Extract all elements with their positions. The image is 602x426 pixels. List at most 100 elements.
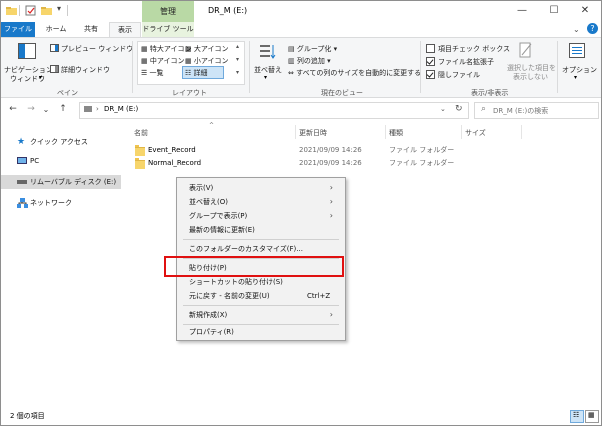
column-size[interactable]: サイズ (465, 128, 486, 138)
menu-item-undo-rename[interactable]: 元に戻す - 名前の変更(U) Ctrl+Z (177, 289, 345, 303)
hidden-items-checkbox[interactable] (426, 70, 435, 79)
nav-item-network[interactable]: ネットワーク (1, 196, 121, 210)
nav-item-label: クイック アクセス (30, 138, 88, 146)
help-icon[interactable]: ? (587, 23, 598, 34)
hidden-items-label[interactable]: 隠しファイル (438, 70, 480, 80)
details-pane-button[interactable]: 詳細ウィンドウ (61, 65, 110, 75)
hide-selected-icon (519, 42, 532, 58)
menu-item-label: 並べ替え(O) (189, 198, 228, 206)
search-box[interactable]: ⌕ DR_M (E:)の検索 (474, 102, 599, 119)
recent-locations-button[interactable]: ⌄ (41, 102, 51, 117)
file-extensions-checkbox[interactable] (426, 57, 435, 66)
navigation-pane-dropdown-icon[interactable]: ▾ (39, 74, 42, 81)
search-icon: ⌕ (481, 104, 487, 114)
address-bar[interactable]: › DR_M (E:) ⌄ ↻ (79, 102, 469, 119)
sort-by-button[interactable]: 並べ替え (254, 65, 282, 75)
network-icon (17, 198, 28, 208)
breadcrumb-path[interactable]: DR_M (E:) (104, 105, 138, 113)
paste-highlight-box (164, 256, 344, 277)
nav-item-label: ネットワーク (30, 199, 72, 207)
item-checkboxes-checkbox[interactable] (426, 44, 435, 53)
address-dropdown-icon[interactable]: ⌄ (440, 105, 446, 113)
details-view-toggle[interactable]: ☷ (570, 410, 584, 423)
file-modified: 2021/09/09 14:26 (299, 146, 362, 154)
submenu-arrow-icon: › (329, 310, 333, 319)
layout-list-label: 一覧 (149, 69, 164, 77)
tab-file[interactable]: ファイル (1, 22, 35, 37)
folder-icon (135, 158, 145, 169)
layout-large-label: 大アイコン (193, 45, 229, 53)
gallery-scroll-up-icon[interactable]: ▴ (236, 43, 239, 50)
current-view-group-label: 現在のビュー (321, 89, 363, 97)
layout-list[interactable]: ☰ 一覧 (141, 68, 164, 78)
menu-item-paste-shortcut[interactable]: ショートカットの貼り付け(S) (177, 275, 345, 289)
back-button[interactable]: ← (7, 102, 19, 117)
maximize-button[interactable]: ☐ (539, 3, 569, 19)
size-all-columns-label: すべての列のサイズを自動的に変更する (296, 69, 422, 77)
sort-by-dropdown-icon[interactable]: ▾ (264, 74, 267, 81)
menu-item-sort-by[interactable]: 並べ替え(O) › (177, 195, 345, 209)
gallery-expand-icon[interactable]: ▾ (236, 69, 239, 76)
layout-medium-icons[interactable]: ▦ 中アイコン (141, 56, 185, 66)
column-name[interactable]: 名前 (134, 128, 148, 138)
item-checkboxes-label[interactable]: 項目チェック ボックス (438, 44, 510, 54)
preview-pane-button[interactable]: プレビュー ウィンドウ (61, 44, 133, 54)
large-icons-view-toggle[interactable]: ▦ (585, 410, 599, 423)
options-button[interactable]: オプション (562, 65, 597, 75)
breadcrumb-chevron-icon[interactable]: › (96, 105, 99, 113)
layout-group-label: レイアウト (172, 89, 207, 97)
menu-item-view[interactable]: 表示(V) › (177, 181, 345, 195)
layout-small-icons[interactable]: ▦ 小アイコン (185, 56, 229, 66)
layout-medium-label: 中アイコン (149, 57, 185, 65)
column-type[interactable]: 種類 (389, 128, 403, 138)
status-bar: 2 個の項目 (1, 406, 601, 425)
ribbon-expand-icon[interactable]: ⌄ (573, 25, 580, 34)
add-columns-button[interactable]: ▥ 列の追加 ▾ (288, 56, 331, 66)
layout-extra-large-icons[interactable]: ▦ 特大アイコン (141, 44, 192, 54)
nav-item-label: PC (30, 157, 40, 165)
file-row[interactable]: Normal_Record 2021/09/09 14:26 ファイル フォルダ… (130, 157, 590, 170)
options-dropdown-icon[interactable]: ▾ (574, 74, 577, 81)
preview-pane-icon (50, 44, 59, 52)
refresh-icon[interactable]: ↻ (455, 104, 463, 114)
forward-button[interactable]: → (25, 102, 37, 117)
tab-drive-tools[interactable]: ドライブ ツール (142, 22, 194, 37)
group-by-button[interactable]: ▤ グループ化 ▾ (288, 44, 337, 54)
gallery-scroll-down-icon[interactable]: ▾ (236, 56, 239, 63)
new-folder-icon[interactable] (41, 5, 52, 16)
properties-icon[interactable] (25, 5, 36, 16)
menu-item-customize-folder[interactable]: このフォルダーのカスタマイズ(F)... (177, 242, 345, 256)
layout-large-icons[interactable]: ▦ 大アイコン (185, 44, 229, 54)
title-bar: ▾ 管理 DR_M (E:) — ☐ ✕ (1, 1, 601, 22)
layout-small-label: 小アイコン (193, 57, 229, 65)
tab-share[interactable]: 共有 (77, 22, 105, 37)
submenu-arrow-icon: › (329, 183, 333, 192)
menu-item-properties[interactable]: プロパティ(R) (177, 325, 345, 339)
column-modified[interactable]: 更新日時 (299, 128, 327, 138)
menu-item-group-by[interactable]: グループで表示(P) › (177, 209, 345, 223)
menu-item-refresh[interactable]: 最新の情報に更新(E) (177, 223, 345, 237)
minimize-button[interactable]: — (507, 3, 537, 19)
menu-item-new[interactable]: 新規作成(X) › (177, 308, 345, 322)
menu-item-label: 最新の情報に更新(E) (189, 226, 255, 234)
tab-home[interactable]: ホーム (39, 22, 73, 37)
nav-item-removable-disk[interactable]: リムーバブル ディスク (E:) (1, 175, 121, 189)
layout-details[interactable]: ☷ 詳細 (185, 68, 208, 78)
file-type: ファイル フォルダー (389, 146, 455, 154)
size-all-columns-button[interactable]: ⇔ すべての列のサイズを自動的に変更する (288, 68, 421, 78)
quick-access-dropdown-icon[interactable]: ▾ (57, 4, 61, 13)
layout-details-label: 詳細 (193, 69, 208, 77)
folder-app-icon (6, 7, 17, 15)
close-button[interactable]: ✕ (570, 3, 600, 19)
nav-item-pc[interactable]: PC (1, 154, 121, 168)
pc-icon (17, 157, 27, 164)
sort-icon (260, 45, 276, 59)
up-button[interactable]: ↑ (57, 102, 69, 117)
hide-selected-label-2: 表示しない (513, 73, 548, 81)
nav-item-quick-access[interactable]: ★ クイック アクセス (1, 135, 121, 149)
file-extensions-label[interactable]: ファイル名拡張子 (438, 57, 494, 67)
tab-view[interactable]: 表示 (109, 22, 141, 38)
submenu-arrow-icon: › (329, 197, 333, 206)
details-pane-icon (50, 65, 59, 73)
file-row[interactable]: Event_Record 2021/09/09 14:26 ファイル フォルダー (130, 144, 590, 157)
